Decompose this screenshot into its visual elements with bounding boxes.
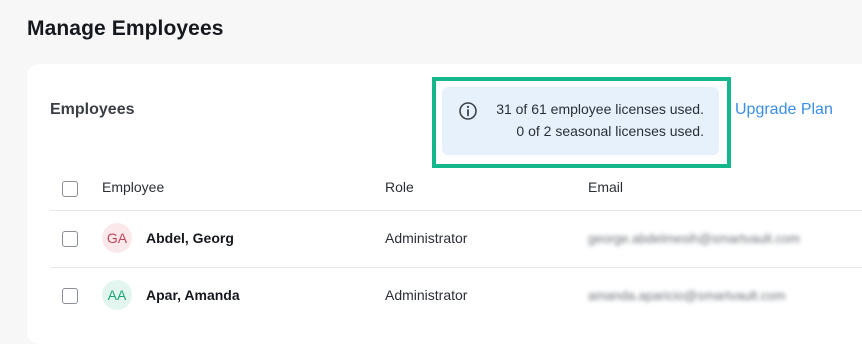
section-title: Employees [50,101,135,118]
row-checkbox[interactable] [62,288,78,304]
select-all-checkbox[interactable] [62,181,78,197]
employee-role: Administrator [385,287,468,303]
column-header-employee[interactable]: Employee [102,179,164,195]
employee-email: amanda.aparicio@smartvault.com [588,288,786,303]
seasonal-license-count: 0 of 2 seasonal licenses used. [516,123,704,139]
employee-name[interactable]: Apar, Amanda [146,287,240,303]
info-icon [459,102,477,120]
employee-license-count: 31 of 61 employee licenses used. [496,101,704,117]
employee-role: Administrator [385,230,468,246]
employee-email: george.abdelmesih@smartvault.com [588,231,800,246]
avatar: AA [102,280,132,310]
row-checkbox[interactable] [62,231,78,247]
column-header-role[interactable]: Role [385,179,414,195]
column-header-email[interactable]: Email [588,179,623,195]
header-divider [50,210,862,211]
employee-name[interactable]: Abdel, Georg [146,230,234,246]
license-info-box [442,87,719,155]
avatar: GA [102,223,132,253]
upgrade-plan-link[interactable]: Upgrade Plan [735,101,833,119]
row-divider [50,267,862,268]
page-title: Manage Employees [27,17,224,40]
